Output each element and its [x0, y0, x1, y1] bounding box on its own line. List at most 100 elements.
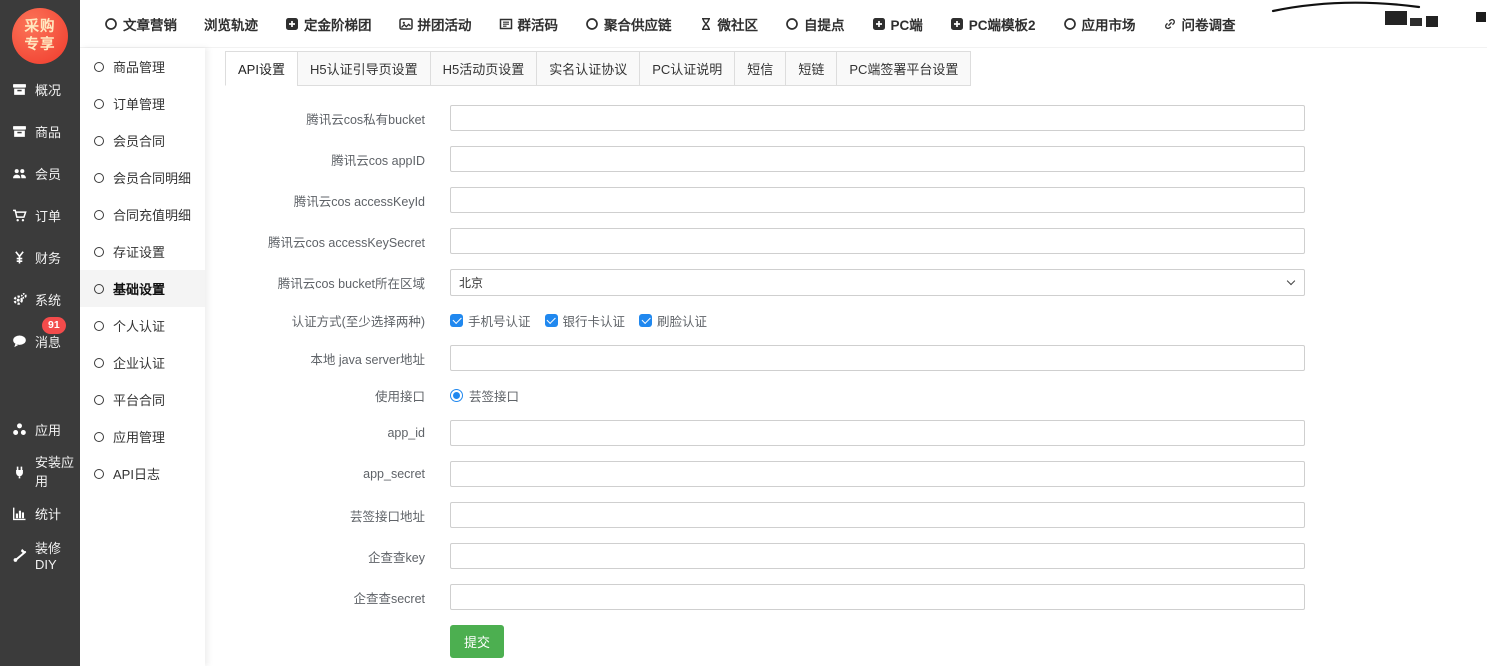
radio-button[interactable]	[450, 389, 463, 402]
tab[interactable]: H5认证引导页设置	[297, 51, 431, 86]
field-control: 芸签接口	[450, 386, 1305, 405]
form-row: 腾讯云cos accessKeyId	[225, 187, 1487, 213]
submit-button[interactable]: 提交	[450, 625, 504, 658]
tab[interactable]: PC端签署平台设置	[836, 51, 971, 86]
submenu-item[interactable]: 订单管理	[80, 85, 205, 122]
field-control	[450, 345, 1305, 371]
primary-sidebar: 采购 专享 概况商品会员订单财务系统消息91 应用安装应用统计装修DIY	[0, 0, 80, 666]
field-label: 本地 java server地址	[225, 349, 425, 368]
redacted-user-info	[1410, 18, 1422, 26]
checkbox-label: 手机号认证	[468, 311, 531, 330]
topnav-item[interactable]: 问卷调查	[1163, 14, 1236, 34]
sidebar-item[interactable]: 消息91	[0, 320, 80, 362]
checkbox[interactable]	[639, 314, 652, 327]
topnav-item[interactable]: 自提点	[785, 14, 845, 34]
text-input[interactable]	[450, 345, 1305, 371]
plus-square-icon	[872, 17, 886, 31]
topnav-item-label: 拼团活动	[418, 14, 472, 34]
sidebar-item[interactable]: 安装应用	[0, 450, 80, 492]
field-label: 企查查key	[225, 547, 425, 566]
sidebar-item[interactable]: 商品	[0, 110, 80, 152]
topnav-item[interactable]: 浏览轨迹	[204, 14, 258, 34]
sidebar-item[interactable]: 订单	[0, 194, 80, 236]
text-input[interactable]	[450, 584, 1305, 610]
text-input[interactable]	[450, 461, 1305, 487]
brand-logo: 采购 专享	[12, 8, 68, 64]
region-select[interactable]: 北京	[450, 269, 1305, 296]
submenu-item[interactable]: 合同充值明细	[80, 196, 205, 233]
submenu-item-label: 平台合同	[113, 390, 165, 409]
sidebar-item[interactable]: 统计	[0, 492, 80, 534]
tab[interactable]: 实名认证协议	[536, 51, 640, 86]
topnav-item[interactable]: 定金阶梯团	[285, 14, 372, 34]
sidebar-item[interactable]: 财务	[0, 236, 80, 278]
tab[interactable]: PC认证说明	[639, 51, 735, 86]
topnav-item[interactable]: 文章营销	[104, 14, 177, 34]
topnav-item-label: 微社区	[718, 14, 759, 34]
checkbox[interactable]	[545, 314, 558, 327]
checkbox-option: 银行卡认证	[545, 311, 626, 330]
sidebar-item-label: 会员	[35, 164, 61, 183]
tab[interactable]: 短信	[734, 51, 786, 86]
tab[interactable]: H5活动页设置	[430, 51, 538, 86]
circle-icon	[585, 17, 599, 31]
sidebar-item[interactable]: 应用	[0, 408, 80, 450]
topnav-item-label: 应用市场	[1082, 14, 1136, 34]
topnav-item[interactable]: PC端	[872, 14, 923, 34]
submenu-item[interactable]: 会员合同明细	[80, 159, 205, 196]
tab[interactable]: API设置	[225, 51, 298, 86]
topnav-item[interactable]: 群活码	[499, 14, 559, 34]
gear-icon	[12, 292, 27, 307]
text-input[interactable]	[450, 420, 1305, 446]
topnav-item[interactable]: 应用市场	[1063, 14, 1136, 34]
redacted-user-info	[1385, 11, 1407, 25]
text-input[interactable]	[450, 146, 1305, 172]
submenu-item[interactable]: 商品管理	[80, 48, 205, 85]
checkbox-option: 刷脸认证	[639, 311, 707, 330]
text-input[interactable]	[450, 228, 1305, 254]
submenu-item-label: 基础设置	[113, 279, 165, 298]
sidebar-item[interactable]: 会员	[0, 152, 80, 194]
main-column: 文章营销 浏览轨迹 定金阶梯团 拼团活动 群活码 聚合供应链 微社区 自提点 PC端 PC端模板2…	[80, 0, 1487, 666]
checkbox[interactable]	[450, 314, 463, 327]
topnav-item[interactable]: 聚合供应链	[585, 14, 672, 34]
top-nav-items: 文章营销 浏览轨迹 定金阶梯团 拼团活动 群活码 聚合供应链 微社区 自提点 PC端 PC端模板2…	[104, 14, 1263, 34]
secondary-sidebar: 商品管理订单管理会员合同会员合同明细合同充值明细存证设置基础设置个人认证企业认证…	[80, 48, 205, 666]
sidebar-item[interactable]: 装修DIY	[0, 534, 80, 576]
text-input[interactable]	[450, 105, 1305, 131]
submenu-item-label: 存证设置	[113, 242, 165, 261]
chart-icon	[12, 506, 27, 521]
app-root: 采购 专享 概况商品会员订单财务系统消息91 应用安装应用统计装修DIY 文章营销…	[0, 0, 1487, 666]
plug-icon	[12, 464, 27, 479]
sidebar-item-label: 财务	[35, 248, 61, 267]
field-label: 企查查secret	[225, 588, 425, 607]
field-control: 北京	[450, 269, 1305, 296]
sidebar-item[interactable]: 系统	[0, 278, 80, 320]
text-input[interactable]	[450, 187, 1305, 213]
topnav-item[interactable]: 微社区	[699, 14, 759, 34]
submenu-item[interactable]: 基础设置	[80, 270, 205, 307]
submenu-item-label: 商品管理	[113, 57, 165, 76]
sidebar-item[interactable]: 概况	[0, 68, 80, 110]
submenu-item[interactable]: API日志	[80, 455, 205, 492]
field-label: 腾讯云cos accessKeyId	[225, 191, 425, 210]
form-row: 芸签接口地址	[225, 502, 1487, 528]
circle-icon	[94, 321, 104, 331]
form-row: 腾讯云cos appID	[225, 146, 1487, 172]
submenu-item[interactable]: 个人认证	[80, 307, 205, 344]
submenu-item[interactable]: 企业认证	[80, 344, 205, 381]
radio-option: 芸签接口	[450, 386, 519, 405]
tab[interactable]: 短链	[785, 51, 837, 86]
top-navbar: 文章营销 浏览轨迹 定金阶梯团 拼团活动 群活码 聚合供应链 微社区 自提点 PC端 PC端模板2…	[80, 0, 1487, 48]
text-input[interactable]	[450, 502, 1305, 528]
text-input[interactable]	[450, 543, 1305, 569]
topnav-item[interactable]: PC端模板2	[950, 14, 1036, 34]
submenu-item-label: 订单管理	[113, 94, 165, 113]
users-icon	[12, 166, 27, 181]
topnav-item[interactable]: 拼团活动	[399, 14, 472, 34]
submenu-item[interactable]: 应用管理	[80, 418, 205, 455]
field-control	[450, 502, 1305, 528]
submenu-item[interactable]: 平台合同	[80, 381, 205, 418]
submenu-item[interactable]: 会员合同	[80, 122, 205, 159]
submenu-item[interactable]: 存证设置	[80, 233, 205, 270]
